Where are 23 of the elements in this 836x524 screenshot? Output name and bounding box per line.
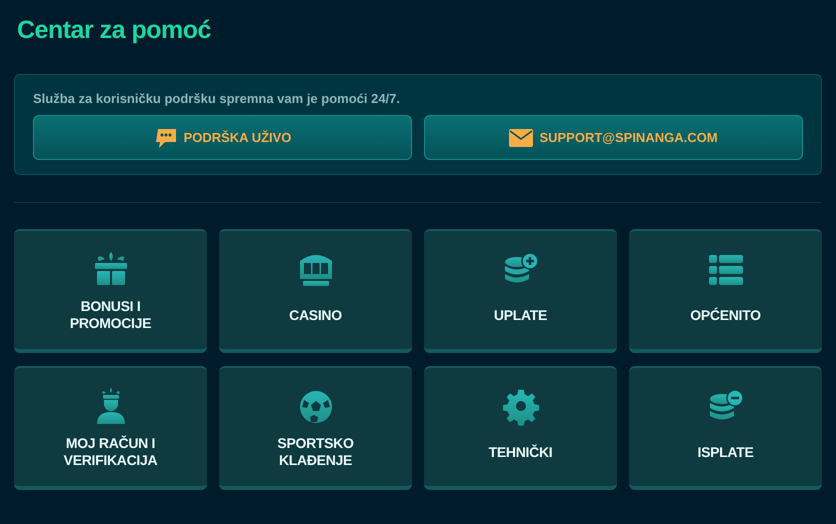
category-label: SPORTSKO KLAĐENJE: [276, 434, 355, 470]
category-label: UPLATE: [494, 306, 548, 324]
support-text: Služba za korisničku podršku spremna vam je pomoći 24/7.: [33, 91, 402, 106]
category-label: TEHNIČKI: [488, 442, 552, 462]
category-card[interactable]: ISPLATE: [629, 366, 822, 490]
category-card[interactable]: BONUSI I PROMOCIJE: [14, 229, 207, 353]
category-card[interactable]: CASINO: [219, 229, 412, 353]
email-button[interactable]: SUPPORT@SPINANGA.COM: [424, 115, 803, 160]
category-card[interactable]: UPLATE: [424, 229, 617, 353]
category-label: BONUSI I PROMOCIJE: [68, 297, 152, 333]
category-label: OPĆENITO: [690, 306, 761, 324]
category-label: ISPLATE: [698, 442, 754, 462]
envelope-icon: [509, 128, 534, 146]
chat-icon: [154, 126, 178, 148]
gear-icon: [500, 388, 540, 426]
live-support-button[interactable]: PODRŠKA UŽIVO: [33, 115, 412, 160]
category-label: CASINO: [289, 306, 342, 324]
category-card[interactable]: MOJ RAČUN I VERIFIKACIJA: [14, 366, 207, 490]
category-card[interactable]: OPĆENITO: [629, 229, 822, 353]
category-label: MOJ RAČUN I VERIFIKACIJA: [62, 434, 158, 470]
category-card[interactable]: SPORTSKO KLAĐENJE: [219, 366, 412, 490]
page-title: Centar za pomoć: [17, 15, 212, 46]
category-card[interactable]: TEHNIČKI: [424, 366, 617, 490]
